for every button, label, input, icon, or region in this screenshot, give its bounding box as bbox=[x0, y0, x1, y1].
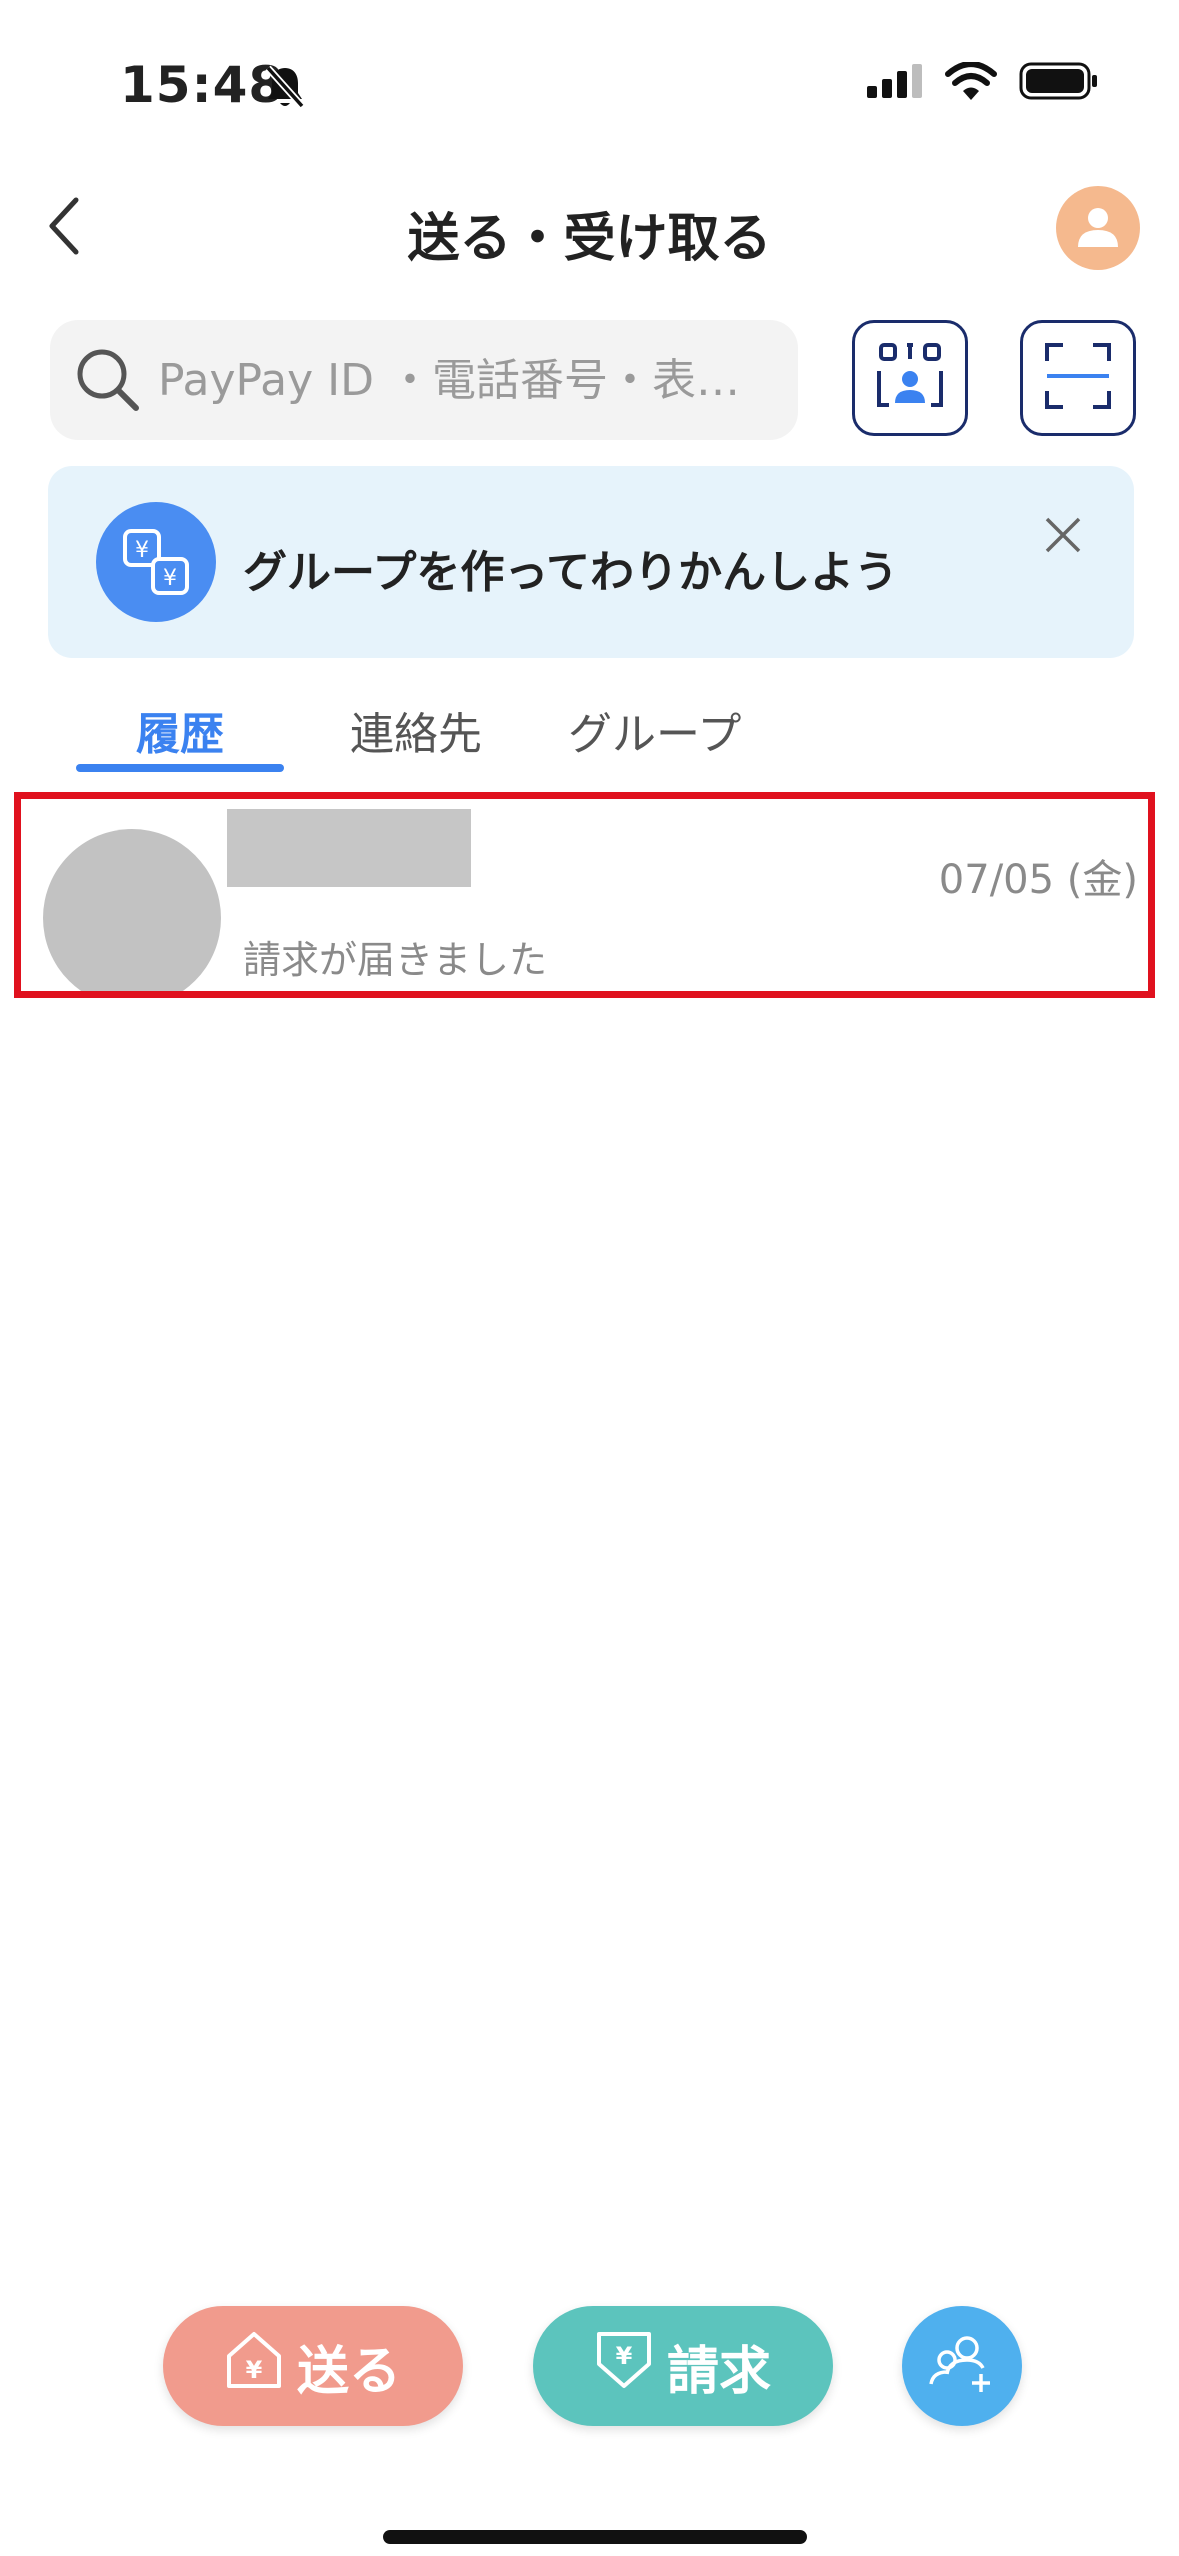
item-message: 請求が届きました bbox=[243, 938, 548, 982]
profile-avatar-button[interactable] bbox=[1056, 186, 1140, 270]
request-label: 請求 bbox=[666, 2341, 771, 2402]
send-label: 送る bbox=[296, 2341, 401, 2402]
wifi-icon bbox=[945, 61, 997, 104]
group-yen-exchange-icon: ¥ ¥ bbox=[96, 502, 216, 622]
home-indicator bbox=[383, 2530, 807, 2544]
my-qr-code-icon bbox=[875, 341, 945, 415]
svg-text:¥: ¥ bbox=[163, 566, 177, 591]
banner-close-button[interactable] bbox=[1028, 502, 1098, 572]
banner-text: グループを作ってわりかんしよう bbox=[243, 547, 899, 598]
svg-text:¥: ¥ bbox=[135, 538, 149, 563]
send-button[interactable]: ¥ 送る bbox=[163, 2306, 463, 2426]
scan-icon bbox=[1043, 341, 1113, 415]
tab-groups[interactable]: グループ bbox=[568, 698, 741, 762]
battery-icon bbox=[1019, 62, 1099, 104]
scan-button[interactable] bbox=[1020, 320, 1136, 436]
svg-text:¥: ¥ bbox=[246, 2356, 263, 2384]
search-bar[interactable] bbox=[50, 320, 798, 440]
my-qr-code-button[interactable] bbox=[852, 320, 968, 436]
add-friend-icon bbox=[927, 2334, 997, 2398]
add-friend-button[interactable] bbox=[902, 2306, 1022, 2426]
status-icons bbox=[867, 61, 1099, 104]
active-tab-indicator bbox=[76, 764, 284, 772]
page-title: 送る・受け取る bbox=[407, 209, 772, 269]
send-house-yen-icon: ¥ bbox=[225, 2330, 283, 2403]
request-yen-icon: ¥ bbox=[595, 2330, 653, 2403]
svg-text:¥: ¥ bbox=[616, 2342, 633, 2370]
search-icon bbox=[68, 340, 148, 420]
group-promo-banner[interactable]: ¥ ¥ グループを作ってわりかんしよう bbox=[48, 466, 1134, 658]
tab-contacts[interactable]: 連絡先 bbox=[350, 698, 482, 762]
status-time: 15:48 bbox=[120, 56, 285, 114]
user-avatar-icon bbox=[1075, 203, 1121, 253]
avatar bbox=[43, 829, 221, 991]
request-button[interactable]: ¥ 請求 bbox=[533, 2306, 833, 2426]
search-input[interactable] bbox=[156, 353, 780, 407]
list-item[interactable]: 07/05 (金) 請求が届きました bbox=[14, 792, 1155, 998]
item-date: 07/05 (金) bbox=[938, 857, 1138, 903]
bell-slash-icon bbox=[262, 62, 308, 116]
redacted-name bbox=[227, 809, 471, 887]
tab-history[interactable]: 履歴 bbox=[136, 698, 224, 762]
cellular-signal-icon bbox=[867, 64, 923, 102]
close-icon bbox=[1043, 515, 1083, 559]
